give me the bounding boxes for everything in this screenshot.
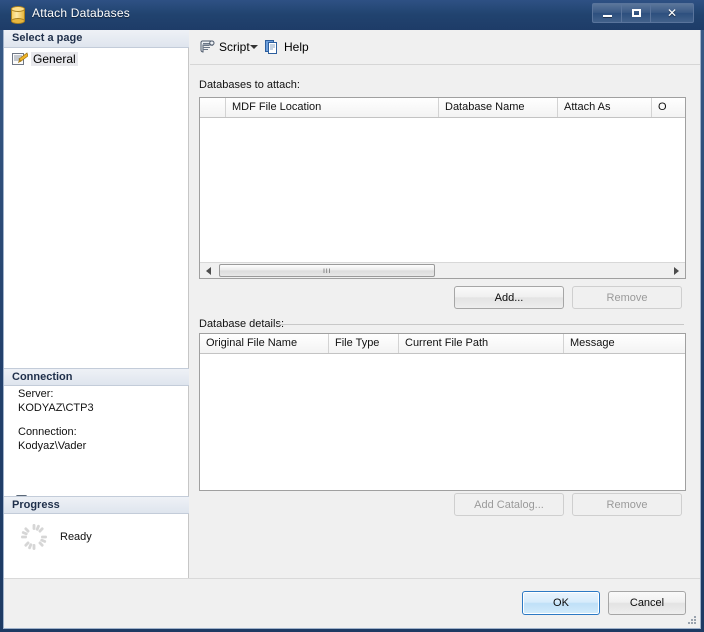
connection-label: Connection:: [18, 426, 77, 438]
progress-row: Ready: [20, 523, 92, 551]
remove-database-button[interactable]: Remove: [572, 286, 682, 309]
sidebar-item-label: General: [31, 51, 78, 66]
database-details-grid[interactable]: Original File Name File Type Current Fil…: [199, 333, 686, 491]
attach-col-attach-as[interactable]: Attach As: [558, 98, 652, 117]
details-grid-body[interactable]: [200, 354, 685, 490]
attach-databases-window: Attach Databases ✕ Select a page General…: [0, 0, 704, 632]
connection-value: Kodyaz\Vader: [18, 440, 87, 452]
chevron-down-icon[interactable]: [250, 45, 258, 49]
progress-status-text: Ready: [60, 531, 92, 543]
details-col-current-file-path[interactable]: Current File Path: [399, 334, 564, 353]
script-button[interactable]: Script: [199, 38, 250, 56]
attach-col-mdf-file-location[interactable]: MDF File Location: [226, 98, 439, 117]
scroll-left-icon[interactable]: [201, 263, 216, 278]
add-button[interactable]: Add...: [454, 286, 564, 309]
maximize-button[interactable]: [621, 3, 650, 23]
page-general-icon: [12, 51, 29, 66]
scroll-right-icon[interactable]: [669, 263, 684, 278]
attach-grid-body[interactable]: [200, 118, 685, 278]
dialog-footer: OK Cancel: [4, 578, 700, 627]
connection-header: Connection: [4, 368, 189, 386]
select-page-header: Select a page: [4, 30, 189, 48]
add-catalog-button[interactable]: Add Catalog...: [454, 493, 564, 516]
details-col-original-file-name[interactable]: Original File Name: [200, 334, 329, 353]
details-col-message[interactable]: Message: [564, 334, 685, 353]
progress-spinner-icon: [20, 523, 48, 551]
dialog-client-area: Select a page General Connection Server:…: [3, 30, 701, 629]
ok-button[interactable]: OK: [522, 591, 600, 615]
database-cylinder-icon: [9, 6, 25, 24]
scrollbar-grip: ııı: [322, 265, 332, 275]
progress-header: Progress: [4, 496, 189, 514]
left-pane: Select a page General Connection Server:…: [4, 30, 189, 578]
sidebar-item-general[interactable]: General: [4, 50, 189, 67]
attach-col-owner[interactable]: O: [652, 98, 685, 117]
resize-grip-icon[interactable]: [685, 613, 697, 625]
window-title: Attach Databases: [32, 6, 130, 20]
script-icon: [199, 39, 215, 55]
help-button[interactable]: Help: [264, 38, 309, 56]
server-label: Server:: [18, 388, 54, 400]
database-details-separator: [278, 324, 684, 325]
minimize-icon: [602, 15, 612, 17]
databases-to-attach-label: Databases to attach:: [199, 79, 300, 91]
attach-grid-horizontal-scrollbar[interactable]: ııı: [200, 262, 685, 278]
close-icon: ✕: [666, 6, 678, 20]
maximize-icon: [631, 9, 641, 17]
details-col-file-type[interactable]: File Type: [329, 334, 399, 353]
attach-grid-header-row: MDF File Location Database Name Attach A…: [200, 98, 685, 118]
scrollbar-thumb[interactable]: ııı: [219, 264, 435, 277]
attach-col-database-name[interactable]: Database Name: [439, 98, 558, 117]
page-list: General: [4, 50, 189, 67]
window-titlebar[interactable]: Attach Databases ✕: [0, 0, 704, 30]
dialog-toolbar: Script Help: [190, 30, 700, 65]
minimize-button[interactable]: [592, 3, 621, 23]
cancel-button[interactable]: Cancel: [608, 591, 686, 615]
remove-detail-button[interactable]: Remove: [572, 493, 682, 516]
help-icon: [264, 39, 280, 55]
help-button-label: Help: [284, 40, 309, 54]
attach-col-selector[interactable]: [200, 98, 226, 117]
script-button-label: Script: [219, 40, 250, 54]
server-value: KODYAZ\CTP3: [18, 402, 94, 414]
details-grid-header-row: Original File Name File Type Current Fil…: [200, 334, 685, 354]
databases-to-attach-grid[interactable]: MDF File Location Database Name Attach A…: [199, 97, 686, 279]
right-pane: Script Help Databases to attach: MDF Fil…: [190, 30, 700, 578]
close-button[interactable]: ✕: [650, 3, 694, 23]
database-details-label: Database details:: [199, 318, 284, 330]
